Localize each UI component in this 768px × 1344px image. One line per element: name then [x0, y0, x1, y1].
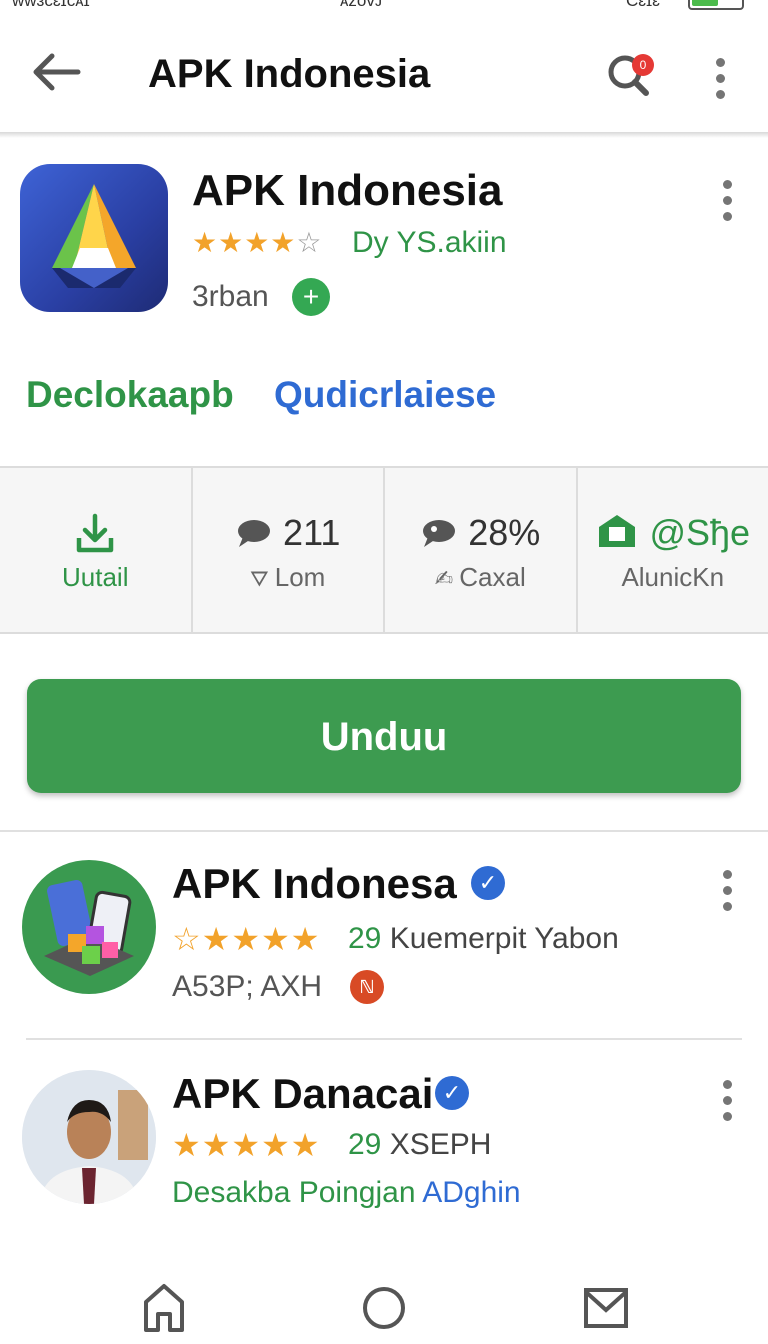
- publisher-badge: ℕ: [350, 970, 384, 1004]
- rating-stars: ★★★★★: [172, 1127, 321, 1163]
- rating-stars: ★★★★☆: [192, 227, 323, 258]
- app-bar: APK Indonesia 0: [0, 10, 768, 132]
- home-icon: [599, 515, 636, 547]
- chat-icon: [238, 520, 271, 547]
- back-button[interactable]: [28, 50, 84, 94]
- stat-reviews[interactable]: 211 ⛛ Lom: [193, 468, 385, 632]
- bottom-nav: [0, 1256, 768, 1344]
- page-title: APK Indonesia: [148, 52, 431, 96]
- verified-icon: ✓: [471, 866, 505, 900]
- list-item-subtext: Desakba Poingjan ADghin: [172, 1176, 521, 1209]
- stat-reviews-value: 211: [283, 512, 341, 553]
- list-item-meta: 29 XSEPH: [348, 1128, 492, 1161]
- list-item-overflow-button[interactable]: [716, 1080, 738, 1124]
- list-item-title[interactable]: APK Indonesa: [172, 860, 457, 908]
- stat-install-label: Uutail: [62, 562, 129, 592]
- details-link[interactable]: Qudicrlaiese: [274, 374, 496, 416]
- add-button[interactable]: +: [292, 278, 330, 316]
- stat-reviews-label: Lom: [274, 562, 326, 592]
- chat-icon: [423, 520, 456, 547]
- stat-install[interactable]: Uutail: [0, 468, 193, 632]
- nav-mail-button[interactable]: [576, 1276, 636, 1336]
- status-right-text: Cɛɪɛ: [626, 0, 660, 10]
- divider: [26, 1038, 742, 1040]
- stats-row: Uutail 211 ⛛ Lom 28% ✍ Caxal @Sђe Alunic…: [0, 466, 768, 634]
- download-icon: [77, 513, 114, 553]
- overflow-menu-button[interactable]: [706, 58, 734, 104]
- mail-icon: [584, 1288, 628, 1328]
- app-subtext: 3rban: [192, 280, 269, 313]
- download-button[interactable]: Unduu: [27, 679, 741, 793]
- status-left-text: ᴡᴡɜᴄɛɪᴄᴀɪ: [12, 0, 90, 10]
- stat-rating-value: 28%: [468, 512, 541, 553]
- list-item-overflow-button[interactable]: [716, 870, 738, 914]
- app-overflow-button[interactable]: [714, 180, 740, 221]
- circle-icon: [363, 1287, 405, 1329]
- list-item-meta: 29 Kuemerpit Yabon: [348, 922, 619, 955]
- stat-share-value: @Sђe: [649, 512, 751, 553]
- rating-stars: ☆★★★★: [172, 921, 321, 957]
- arrow-left-icon: [33, 53, 81, 91]
- app-title: APK Indonesia: [192, 166, 503, 215]
- list-item-title[interactable]: APK Danacai: [172, 1070, 433, 1118]
- status-bar: ᴡᴡɜᴄɛɪᴄᴀɪ ᴀᴢᴏᴠᴊ Cɛɪɛ: [0, 0, 768, 10]
- avatar: [22, 1070, 156, 1204]
- status-time: ᴀᴢᴏᴠᴊ: [340, 0, 383, 10]
- stat-rating[interactable]: 28% ✍ Caxal: [385, 468, 578, 632]
- nav-circle-button[interactable]: [354, 1276, 414, 1336]
- battery-icon: [688, 0, 744, 10]
- app-logo: [20, 164, 168, 312]
- avatar: [22, 860, 156, 994]
- stat-share[interactable]: @Sђe AlunicKn: [578, 468, 768, 632]
- notification-badge: 0: [632, 54, 654, 76]
- category-link[interactable]: Declokaapb: [26, 374, 234, 416]
- stat-rating-label: Caxal: [459, 562, 526, 592]
- home-icon: [144, 1284, 184, 1332]
- stat-share-label: AlunicKn: [621, 562, 725, 592]
- list-item-subtext: A53P; AXH: [172, 970, 323, 1003]
- verified-icon: ✓: [435, 1076, 469, 1110]
- developer-link[interactable]: Dy YS.akiin: [352, 226, 507, 260]
- nav-home-button[interactable]: [134, 1276, 194, 1336]
- app-bar-shadow: [0, 132, 768, 138]
- divider: [0, 830, 768, 832]
